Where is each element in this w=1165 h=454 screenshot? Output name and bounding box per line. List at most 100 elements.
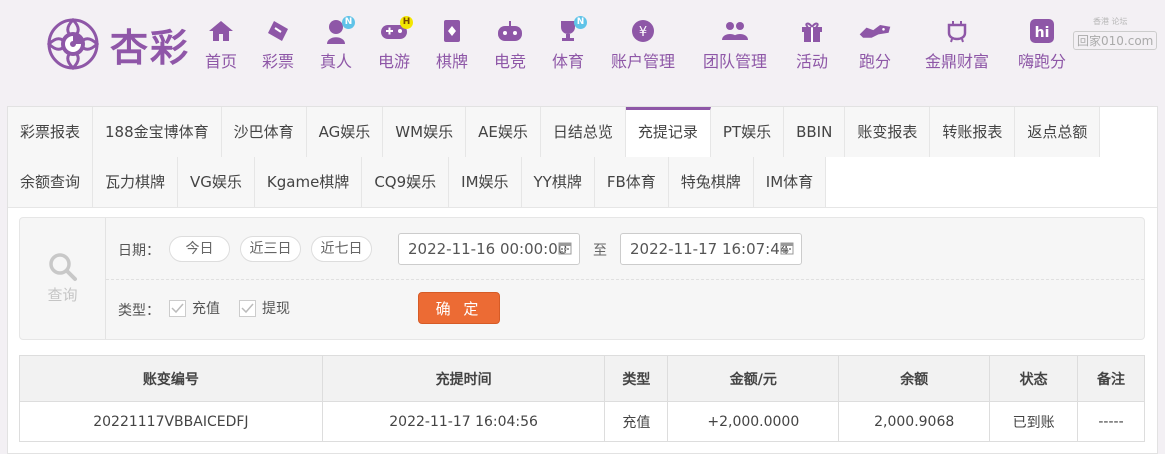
watermark-line1: 香港 论坛 — [1093, 17, 1128, 26]
tabs-row-2: 余额查询 瓦力棋牌 VG娱乐 Kgame棋牌 CQ9娱乐 IM娱乐 YY棋牌 F… — [8, 157, 827, 207]
records-table: 账变编号 充提时间 类型 金额/元 余额 状态 备注 20221117VBBAI… — [19, 355, 1145, 442]
filter-box: 查询 日期： 今日 近三日 近七日 2022-11-16 00:00:00 至 … — [19, 217, 1145, 340]
logo-flower-icon — [46, 17, 100, 71]
nav-account[interactable]: ¥ 账户管理 — [608, 18, 678, 74]
nav-label: 金鼎财富 — [924, 52, 989, 71]
confirm-button[interactable]: 确 定 — [418, 292, 500, 324]
cell-type: 充值 — [604, 401, 669, 442]
nav-lottery[interactable]: 彩票 — [256, 18, 300, 74]
nav-label: 嗨跑分 — [1017, 52, 1066, 71]
tab-vg[interactable]: VG娱乐 — [178, 157, 255, 207]
team-icon — [722, 22, 748, 40]
table-header-row: 账变编号 充提时间 类型 金额/元 余额 状态 备注 — [19, 355, 1145, 402]
calendar-icon — [780, 242, 794, 255]
tab-pt[interactable]: PT娱乐 — [710, 107, 785, 157]
site-logo[interactable]: 杏彩 — [44, 14, 214, 74]
tab-yy[interactable]: YY棋牌 — [521, 157, 595, 207]
nav-label: 活动 — [795, 52, 828, 71]
svg-text:¥: ¥ — [639, 25, 647, 40]
tabs-divider — [8, 207, 1157, 208]
tab-wali[interactable]: 瓦力棋牌 — [93, 157, 179, 207]
tab-balance[interactable]: 余额查询 — [8, 157, 94, 207]
nav-home[interactable]: 首页 — [194, 18, 248, 74]
col-type: 类型 — [604, 355, 669, 402]
check-icon — [171, 303, 184, 313]
nav-esports[interactable]: 电竞 — [488, 18, 532, 74]
date-row: 日期： 今日 近三日 近七日 2022-11-16 00:00:00 至 202… — [118, 232, 1138, 266]
col-amount: 金额/元 — [667, 355, 840, 402]
nav-label: 账户管理 — [610, 52, 675, 71]
start-date-input[interactable]: 2022-11-16 00:00:00 — [398, 233, 580, 265]
tab-fb[interactable]: FB体育 — [594, 157, 669, 207]
cell-amount: +2,000.0000 — [667, 401, 840, 442]
nav-egame[interactable]: H 电游 — [372, 16, 416, 74]
withdraw-checkbox[interactable]: 提现 — [239, 298, 290, 318]
tab-im[interactable]: IM娱乐 — [449, 157, 522, 207]
last-7-days-button[interactable]: 近七日 — [311, 236, 372, 262]
tab-wm[interactable]: WM娱乐 — [383, 107, 467, 157]
cell-time: 2022-11-17 16:04:56 — [321, 401, 606, 442]
nav-running[interactable]: 跑分 — [850, 18, 900, 74]
nav-hi-running[interactable]: hi 嗨跑分 — [1014, 18, 1070, 74]
nav-label: 棋牌 — [435, 52, 468, 71]
tab-deposit-withdraw[interactable]: 充提记录 — [625, 107, 711, 157]
table-row: 20221117VBBAICEDFJ 2022-11-17 16:04:56 充… — [19, 401, 1145, 442]
tab-188[interactable]: 188金宝博体育 — [93, 107, 222, 157]
home-icon — [209, 21, 233, 41]
search-icon — [48, 253, 77, 281]
tab-lottery-report[interactable]: 彩票报表 — [8, 107, 94, 157]
tab-saba[interactable]: 沙巴体育 — [221, 107, 307, 157]
nav-label: 团队管理 — [702, 52, 767, 71]
cards-icon — [444, 20, 460, 42]
col-balance: 余额 — [838, 355, 991, 402]
date-label: 日期： — [118, 243, 160, 259]
type-row: 类型： 充值 提现 确 定 — [118, 292, 718, 326]
tab-transfer[interactable]: 转账报表 — [930, 107, 1016, 157]
start-date-value: 2022-11-16 00:00:00 — [408, 240, 568, 258]
tab-daily-overview[interactable]: 日结总览 — [540, 107, 626, 157]
tab-ae[interactable]: AE娱乐 — [466, 107, 541, 157]
nav-jinding[interactable]: 金鼎财富 — [922, 18, 992, 74]
deposit-label: 充值 — [192, 301, 220, 317]
col-remark: 备注 — [1077, 355, 1145, 402]
tab-bbin[interactable]: BBIN — [784, 107, 846, 157]
query-area[interactable]: 查询 — [20, 218, 106, 339]
type-label: 类型： — [118, 303, 160, 319]
watermark: 香港 论坛 回家010.com — [1073, 16, 1159, 52]
tab-im-sports[interactable]: IM体育 — [753, 157, 827, 207]
account-coin-icon: ¥ — [632, 20, 654, 42]
nav-chess[interactable]: 棋牌 — [430, 18, 474, 74]
nav-team[interactable]: 团队管理 — [700, 18, 770, 74]
nav-sports[interactable]: N 体育 — [546, 16, 590, 74]
cell-balance: 2,000.9068 — [838, 401, 991, 442]
tab-kgame[interactable]: Kgame棋牌 — [254, 157, 363, 207]
top-header: 杏彩 首页 彩票 N 真人 H 电游 棋牌 电竞 N 体育 ¥ 账户管理 团队管… — [0, 0, 1165, 90]
tab-rebate[interactable]: 返点总额 — [1015, 107, 1101, 157]
hot-badge: H — [400, 16, 413, 29]
nav-activity[interactable]: 活动 — [790, 18, 834, 74]
withdraw-label: 提现 — [262, 301, 290, 317]
new-badge: N — [342, 16, 355, 29]
deposit-checkbox[interactable]: 充值 — [169, 298, 220, 318]
calendar-icon — [558, 242, 572, 255]
cell-status: 已到账 — [989, 401, 1079, 442]
esports-controller-icon — [498, 21, 522, 41]
cell-remark: ----- — [1077, 401, 1145, 442]
ding-vessel-icon — [947, 21, 967, 43]
nav-live[interactable]: N 真人 — [314, 16, 358, 74]
tab-tetu[interactable]: 特兔棋牌 — [668, 157, 754, 207]
tabs-row-1: 彩票报表 188金宝博体育 沙巴体育 AG娱乐 WM娱乐 AE娱乐 日结总览 充… — [8, 107, 1101, 157]
nav-label: 真人 — [319, 52, 352, 71]
gift-icon — [802, 22, 822, 42]
checkbox-box — [239, 299, 256, 317]
tab-account-change[interactable]: 账变报表 — [845, 107, 931, 157]
tab-cq9[interactable]: CQ9娱乐 — [362, 157, 450, 207]
checkbox-box — [169, 299, 186, 317]
query-label: 查询 — [47, 286, 78, 304]
today-button[interactable]: 今日 — [169, 236, 230, 262]
end-date-input[interactable]: 2022-11-17 16:07:44 — [620, 233, 802, 265]
tab-ag[interactable]: AG娱乐 — [306, 107, 384, 157]
nav-label: 首页 — [204, 52, 237, 71]
last-3-days-button[interactable]: 近三日 — [240, 236, 301, 262]
cell-txn-id: 20221117VBBAICEDFJ — [19, 401, 323, 442]
